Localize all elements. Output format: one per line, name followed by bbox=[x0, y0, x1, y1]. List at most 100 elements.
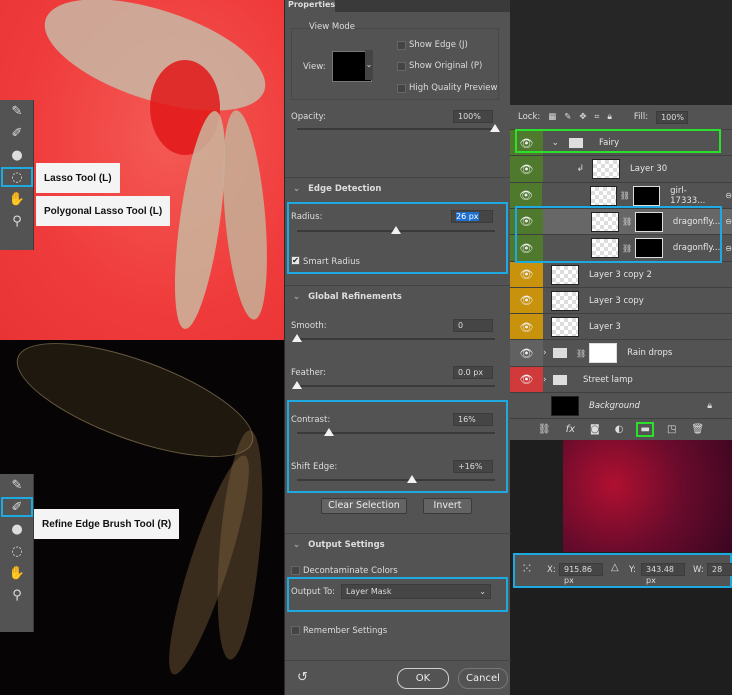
hand-icon[interactable]: ✋ bbox=[0, 562, 34, 584]
refine-brush-icon[interactable]: ✐ bbox=[0, 496, 34, 518]
chevron-down-icon[interactable]: ⌄ bbox=[365, 50, 373, 80]
visibility-off-icon[interactable] bbox=[510, 393, 543, 419]
mask-icon[interactable]: ◙ bbox=[590, 424, 600, 435]
eye-icon[interactable]: 👁︎ bbox=[510, 340, 543, 367]
reference-point-icon[interactable]: ⁙ bbox=[521, 561, 533, 577]
eye-icon[interactable]: 👁︎ bbox=[510, 366, 543, 393]
layer-row[interactable]: 👁︎ Layer 3 bbox=[510, 313, 732, 341]
chevron-down-icon: ⌄ bbox=[293, 539, 301, 550]
trash-icon[interactable]: 🗑︎ bbox=[691, 424, 704, 435]
fairy-group-highlight bbox=[515, 129, 721, 153]
expand-chevron-icon[interactable]: › bbox=[543, 375, 547, 385]
zoom-icon[interactable]: ⚲ bbox=[0, 210, 34, 232]
clear-selection-button[interactable]: Clear Selection bbox=[321, 498, 407, 514]
radius-input[interactable]: 26 px bbox=[456, 212, 479, 221]
quick-selection-icon[interactable]: ✎ bbox=[0, 474, 34, 496]
layer-row[interactable]: 👁︎ › Street lamp bbox=[510, 365, 732, 393]
show-edge-checkbox[interactable] bbox=[397, 41, 406, 50]
show-original-checkbox[interactable] bbox=[397, 62, 406, 71]
x-input[interactable]: 915.86 px bbox=[559, 563, 603, 585]
layer-row[interactable]: 👁︎ ⛓ girl-17333... ⊖ bbox=[510, 181, 732, 209]
layer-row[interactable]: 👁︎ › ⛓ Rain drops bbox=[510, 339, 732, 367]
adjustment-icon[interactable]: ◐ bbox=[615, 424, 624, 435]
layer-mask-thumbnail[interactable] bbox=[632, 185, 661, 206]
opacity-input[interactable]: 100% bbox=[453, 110, 493, 123]
reset-icon[interactable]: ↺ bbox=[297, 670, 308, 685]
global-refinements-header[interactable]: ⌄ Global Refinements bbox=[285, 285, 511, 307]
output-settings-header[interactable]: ⌄ Output Settings bbox=[285, 533, 511, 555]
layer-thumbnail bbox=[589, 185, 617, 206]
zoom-icon[interactable]: ⚲ bbox=[0, 584, 34, 606]
feather-input[interactable]: 0.0 px bbox=[453, 366, 493, 379]
leaves-image bbox=[563, 440, 732, 552]
radius-slider-thumb[interactable] bbox=[391, 226, 401, 234]
layer-row[interactable]: Background 🔒︎ bbox=[510, 392, 732, 419]
quick-selection-icon[interactable]: ✎ bbox=[0, 100, 34, 122]
toolbar-top: ✎ ✐ ● ◌ ✋ ⚲ bbox=[0, 100, 34, 250]
brush-icon[interactable]: ● bbox=[0, 518, 34, 540]
chain-icon[interactable]: ⛓ bbox=[620, 191, 630, 200]
fx-icon[interactable]: fx bbox=[566, 424, 575, 435]
layer-row[interactable]: 👁︎ Layer 3 copy 2 bbox=[510, 260, 732, 288]
remember-settings-checkbox[interactable] bbox=[291, 626, 300, 635]
y-input[interactable]: 343.48 px bbox=[641, 563, 685, 585]
eye-icon[interactable]: 👁︎ bbox=[510, 156, 543, 183]
x-label: X: bbox=[547, 565, 556, 575]
layer-row[interactable]: 👁︎ Layer 3 copy bbox=[510, 286, 732, 314]
new-layer-icon[interactable]: ◳ bbox=[667, 424, 676, 435]
feather-slider-thumb[interactable] bbox=[292, 381, 302, 389]
smooth-slider[interactable] bbox=[292, 334, 495, 342]
eye-icon[interactable]: 👁︎ bbox=[510, 287, 543, 314]
eye-icon[interactable]: 👁︎ bbox=[510, 314, 543, 341]
view-mode-title: View Mode bbox=[309, 22, 356, 32]
w-input[interactable]: 28 bbox=[707, 563, 732, 576]
feather-slider[interactable] bbox=[292, 381, 495, 389]
lock-all-icon[interactable]: 🔒︎ bbox=[607, 112, 612, 122]
shift-edge-slider-thumb[interactable] bbox=[406, 475, 417, 483]
eye-icon[interactable]: 👁︎ bbox=[510, 261, 543, 288]
chain-icon[interactable]: ⛓ bbox=[576, 349, 586, 358]
high-quality-checkbox[interactable] bbox=[397, 84, 406, 93]
expand-chevron-icon[interactable]: › bbox=[543, 348, 547, 358]
output-settings-title: Output Settings bbox=[308, 539, 385, 550]
refine-brush-icon[interactable]: ✐ bbox=[0, 122, 34, 144]
lock-position-icon[interactable]: ✥ bbox=[579, 112, 586, 122]
decontaminate-checkbox[interactable] bbox=[291, 566, 300, 575]
lock-icon: 🔒︎ bbox=[707, 401, 712, 411]
contrast-slider[interactable] bbox=[297, 428, 495, 436]
lock-brush-icon[interactable]: ✎ bbox=[564, 112, 571, 122]
output-to-label: Output To: bbox=[291, 587, 336, 597]
lock-pixels-icon[interactable]: ▦ bbox=[548, 112, 556, 122]
radius-slider[interactable] bbox=[297, 226, 495, 234]
eye-icon[interactable]: 👁︎ bbox=[510, 182, 542, 209]
properties-tab[interactable]: Properties bbox=[285, 0, 335, 12]
lasso-icon[interactable]: ◌ bbox=[0, 166, 34, 188]
opacity-slider[interactable] bbox=[297, 124, 500, 132]
spacer: ↲ bbox=[576, 164, 584, 175]
invert-button[interactable]: Invert bbox=[423, 498, 472, 514]
opacity-slider-thumb[interactable] bbox=[490, 124, 500, 132]
view-label: View: bbox=[303, 62, 326, 72]
new-group-icon[interactable]: ▬ bbox=[636, 422, 655, 437]
contrast-slider-thumb[interactable] bbox=[323, 428, 334, 436]
ok-button[interactable]: OK bbox=[397, 668, 449, 689]
link-icon[interactable]: ⛓ bbox=[538, 424, 551, 435]
smart-radius-checkbox[interactable]: ✔ bbox=[291, 256, 300, 265]
output-to-select[interactable]: Layer Mask ⌄ bbox=[341, 584, 491, 599]
layer-row[interactable]: 👁︎ ↲ Layer 30 bbox=[510, 155, 732, 183]
edge-detection-header[interactable]: ⌄ Edge Detection bbox=[285, 177, 511, 199]
brush-icon[interactable]: ● bbox=[0, 144, 34, 166]
hand-icon[interactable]: ✋ bbox=[0, 188, 34, 210]
lock-artboard-icon[interactable]: ⌗ bbox=[595, 112, 600, 122]
triangle-icon[interactable]: △ bbox=[611, 562, 619, 573]
lasso-icon[interactable]: ◌ bbox=[0, 540, 34, 562]
shift-edge-slider[interactable] bbox=[297, 475, 495, 483]
layer-mask-thumbnail[interactable] bbox=[589, 343, 618, 364]
cancel-button[interactable]: Cancel bbox=[458, 668, 508, 689]
output-to-value: Layer Mask bbox=[346, 587, 392, 596]
shift-edge-input[interactable]: +16% bbox=[453, 460, 493, 473]
fill-input[interactable]: 100% bbox=[656, 110, 689, 124]
smooth-input[interactable]: 0 bbox=[453, 319, 493, 332]
contrast-input[interactable]: 16% bbox=[453, 413, 493, 426]
smooth-slider-thumb[interactable] bbox=[292, 334, 302, 342]
